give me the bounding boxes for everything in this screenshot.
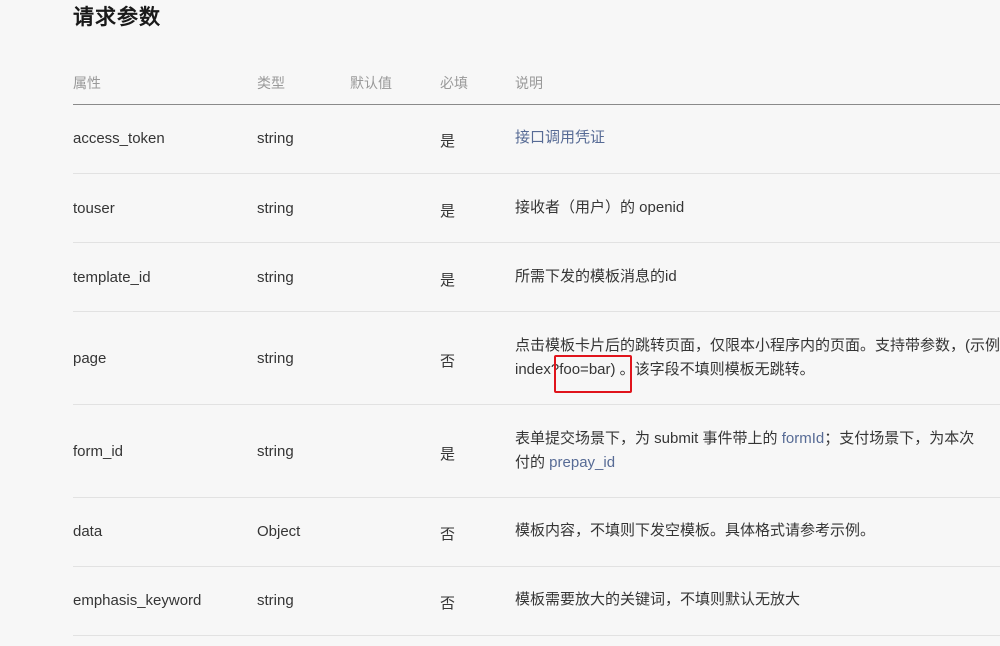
- table-header: 属性 类型 默认值 必填 说明: [73, 62, 1000, 105]
- table-row: template_id string 是 所需下发的模板消息的id: [73, 243, 1000, 312]
- table-row: touser string 是 接收者（用户）的 openid: [73, 174, 1000, 243]
- header-type: 类型: [257, 75, 285, 91]
- table-row: page string 否 点击模板卡片后的跳转页面，仅限本小程序内的页面。支持…: [73, 312, 1000, 405]
- param-name: form_id: [73, 443, 124, 460]
- param-required: 是: [440, 133, 456, 150]
- description-line-2: index?foo=bar) 。该字段不填则模板无跳转。: [515, 358, 1000, 382]
- description-line-2: 付的 prepay_id: [515, 451, 1000, 475]
- header-description: 说明: [515, 75, 543, 91]
- param-name: emphasis_keyword: [73, 592, 202, 609]
- param-type: string: [257, 130, 294, 147]
- param-description: 所需下发的模板消息的id: [515, 268, 677, 285]
- param-type: string: [257, 592, 294, 609]
- description-text: 。该字段不填则模板无跳转。: [619, 361, 815, 378]
- description-text: 付的: [515, 454, 550, 471]
- param-description: 点击模板卡片后的跳转页面，仅限本小程序内的页面。支持带参数，(示例 index?…: [515, 334, 1000, 382]
- header-default: 默认值: [350, 75, 392, 91]
- param-type: string: [257, 350, 294, 367]
- param-description: 表单提交场景下，为 submit 事件带上的 formId；支付场景下，为本次 …: [515, 427, 1000, 475]
- param-required: 否: [440, 526, 456, 543]
- formid-link[interactable]: formId: [782, 430, 825, 447]
- page-title: 请求参数: [73, 6, 161, 29]
- param-type: string: [257, 269, 294, 286]
- param-required: 是: [440, 203, 456, 220]
- table-row: data Object 否 模板内容，不填则下发空模板。具体格式请参考示例。: [73, 498, 1000, 567]
- header-required: 必填: [440, 75, 468, 91]
- param-required: 否: [440, 595, 456, 612]
- description-text: ；支付场景下，为本次: [824, 430, 975, 447]
- highlighted-query-param: ?foo=bar): [550, 361, 616, 378]
- param-type: string: [257, 443, 294, 460]
- description-line-1: 点击模板卡片后的跳转页面，仅限本小程序内的页面。支持带参数，(示例: [515, 337, 1000, 354]
- header-attribute: 属性: [73, 75, 101, 91]
- param-required: 否: [440, 353, 456, 370]
- param-description: 接收者（用户）的 openid: [515, 199, 685, 216]
- table-row: form_id string 是 表单提交场景下，为 submit 事件带上的 …: [73, 405, 1000, 498]
- param-name: template_id: [73, 269, 151, 286]
- param-description: 模板内容，不填则下发空模板。具体格式请参考示例。: [515, 522, 876, 539]
- description-text: 表单提交场景下，为 submit 事件带上的: [515, 430, 782, 447]
- description-text: index: [515, 361, 551, 378]
- table-row: emphasis_keyword string 否 模板需要放大的关键词，不填则…: [73, 567, 1000, 636]
- param-description: 接口调用凭证: [515, 126, 1000, 150]
- param-name: touser: [73, 200, 115, 217]
- param-type: string: [257, 200, 294, 217]
- param-name: data: [73, 523, 103, 540]
- description-line-1: 表单提交场景下，为 submit 事件带上的 formId；支付场景下，为本次: [515, 427, 1000, 451]
- param-description: 模板需要放大的关键词，不填则默认无放大: [515, 591, 801, 608]
- description-link[interactable]: 接口调用凭证: [515, 129, 605, 146]
- param-name: page: [73, 350, 107, 367]
- table-row: access_token string 是 接口调用凭证: [73, 105, 1000, 174]
- param-name: access_token: [73, 130, 165, 147]
- prepay-id-link[interactable]: prepay_id: [549, 454, 615, 471]
- params-table: 属性 类型 默认值 必填 说明 access_token string 是 接口…: [73, 62, 1000, 636]
- param-required: 是: [440, 272, 456, 289]
- param-required: 是: [440, 446, 456, 463]
- param-type: Object: [257, 523, 301, 540]
